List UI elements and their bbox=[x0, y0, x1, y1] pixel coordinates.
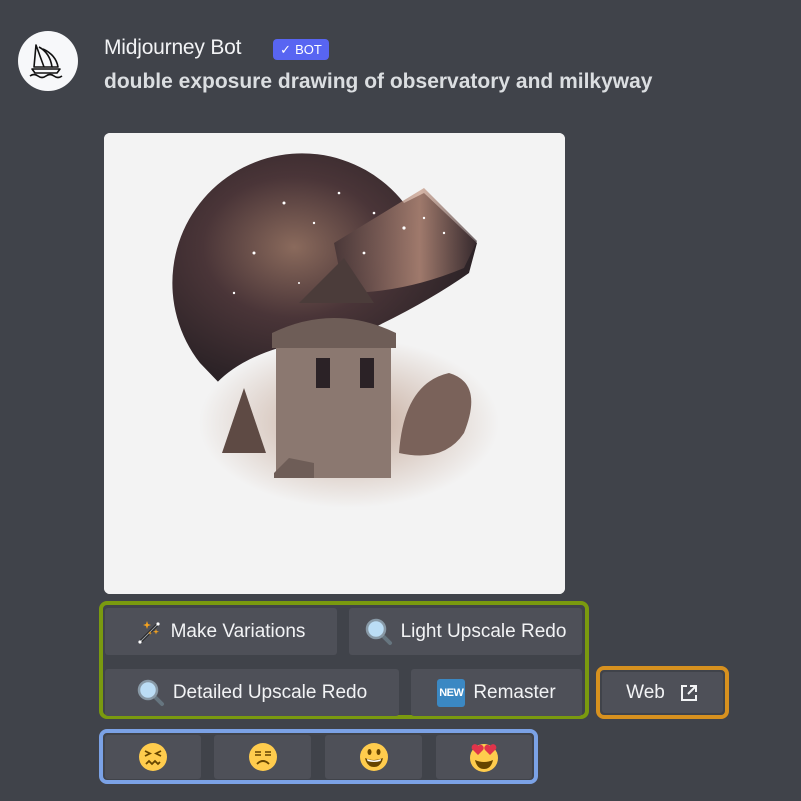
reaction-grinning-button[interactable] bbox=[325, 735, 422, 779]
light-upscale-redo-button[interactable]: Light Upscale Redo bbox=[349, 608, 582, 655]
detailed-upscale-redo-label: Detailed Upscale Redo bbox=[172, 681, 368, 703]
bot-avatar[interactable] bbox=[18, 31, 78, 91]
grinning-face-icon bbox=[359, 743, 388, 771]
author-name[interactable]: Midjourney Bot bbox=[104, 36, 241, 60]
observatory-illustration bbox=[104, 133, 565, 594]
heart-eyes-face-icon bbox=[470, 744, 498, 772]
web-link-button[interactable]: Web bbox=[602, 672, 723, 713]
magic-wand-icon bbox=[137, 620, 160, 644]
confounded-face-icon bbox=[139, 743, 167, 771]
check-icon: ✓ bbox=[280, 41, 292, 57]
bot-badge: ✓ BOT bbox=[273, 39, 329, 60]
make-variations-button[interactable]: Make Variations bbox=[105, 608, 337, 655]
web-label: Web bbox=[626, 681, 665, 703]
magnifier-icon bbox=[365, 618, 392, 645]
reaction-heart-eyes-button[interactable] bbox=[436, 735, 532, 779]
reaction-unamused-button[interactable] bbox=[214, 735, 311, 779]
prompt-text: double exposure drawing of observatory a… bbox=[104, 70, 653, 93]
generated-image[interactable] bbox=[104, 133, 565, 594]
detailed-upscale-redo-button[interactable]: Detailed Upscale Redo bbox=[105, 669, 399, 716]
magnifier-icon bbox=[137, 679, 164, 706]
new-icon: NEW bbox=[437, 678, 466, 707]
remaster-button[interactable]: NEW Remaster bbox=[411, 669, 582, 716]
external-link-icon bbox=[680, 684, 697, 701]
sailboat-icon bbox=[29, 44, 63, 79]
make-variations-label: Make Variations bbox=[170, 620, 306, 642]
remaster-label: Remaster bbox=[473, 681, 556, 703]
bot-badge-label: BOT bbox=[295, 42, 322, 57]
light-upscale-redo-label: Light Upscale Redo bbox=[400, 620, 567, 642]
unamused-face-icon bbox=[248, 743, 277, 771]
reaction-confounded-button[interactable] bbox=[105, 735, 201, 779]
